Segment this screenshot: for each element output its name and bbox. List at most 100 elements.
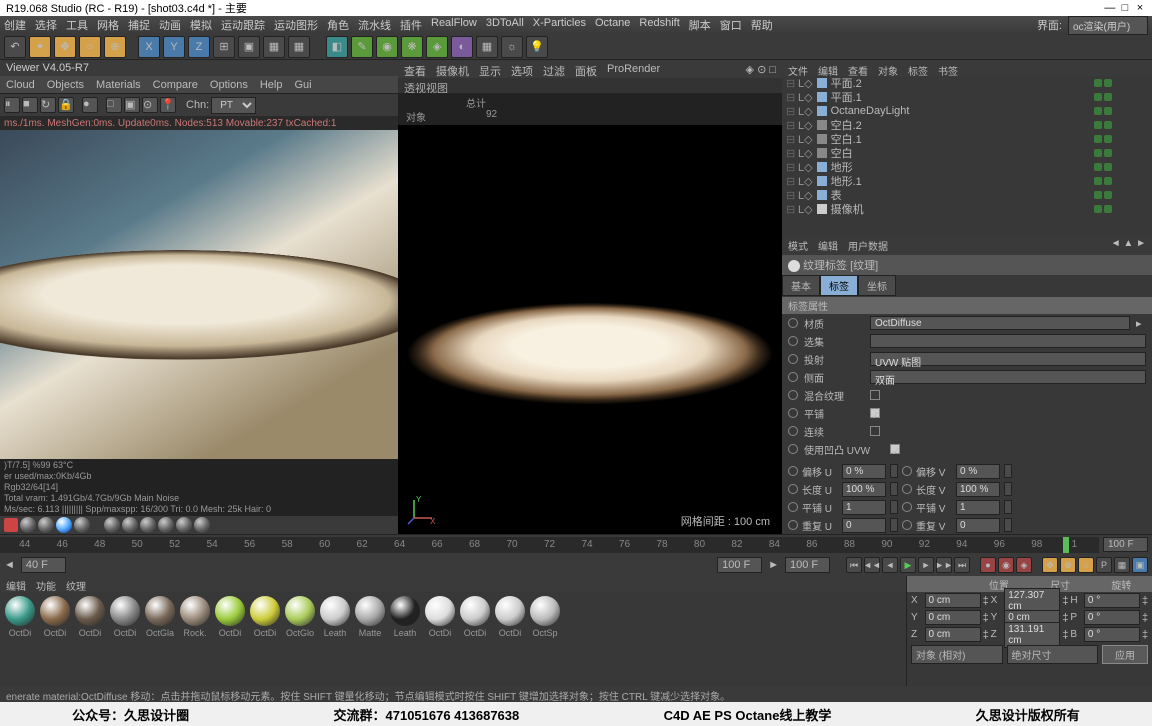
menu-Octane[interactable]: Octane xyxy=(595,17,630,33)
vp-icon1[interactable]: ◈ xyxy=(746,64,754,76)
environment-button[interactable]: ◐ xyxy=(451,36,473,58)
rot-key-button[interactable]: ○ xyxy=(1078,557,1094,573)
attr-menu-mode[interactable]: 模式 xyxy=(788,238,808,253)
timeline-ruler[interactable]: 4446485052545658606264666870727476788082… xyxy=(0,537,1099,553)
pla-key-button[interactable]: ▦ xyxy=(1114,557,1130,573)
lengthU-input[interactable]: 100 % xyxy=(842,482,886,497)
menu-窗口[interactable]: 窗口 xyxy=(720,17,742,33)
side-field[interactable]: 双面 xyxy=(870,370,1146,384)
tree-row[interactable]: ⊟L◇地形 xyxy=(782,160,1152,174)
undo-button[interactable]: ↶ xyxy=(4,36,26,58)
play-button[interactable]: ▶ xyxy=(900,557,916,573)
tree-row[interactable]: ⊟L◇平面.1 xyxy=(782,90,1152,104)
minimize-button[interactable]: — xyxy=(1104,2,1116,14)
obj-menu-item[interactable]: 编辑 xyxy=(818,63,838,73)
material-item[interactable]: Leath xyxy=(389,596,421,682)
prev-frame-button[interactable]: ◄ xyxy=(882,557,898,573)
tileV-input[interactable]: 1 xyxy=(956,500,1000,515)
shade-7[interactable] xyxy=(140,517,156,533)
vp-menu-item[interactable]: 摄像机 xyxy=(436,63,469,75)
pause-button[interactable]: ⏸ xyxy=(4,97,20,113)
vp-menu-item[interactable]: 过滤 xyxy=(543,63,565,75)
material-item[interactable]: OctDi xyxy=(4,596,36,682)
obj-menu-item[interactable]: 书签 xyxy=(938,63,958,73)
material-item[interactable]: OctSp xyxy=(529,596,561,682)
scale-key-button[interactable]: ⊕ xyxy=(1060,557,1076,573)
menu-模拟[interactable]: 模拟 xyxy=(190,17,212,33)
viewer-menu-materials[interactable]: Materials xyxy=(96,79,141,90)
spin[interactable] xyxy=(1004,464,1012,478)
channel-select[interactable]: PT xyxy=(211,97,256,114)
refresh-button[interactable]: ↻ xyxy=(40,97,56,113)
material-item[interactable]: Rock. xyxy=(179,596,211,682)
menu-动画[interactable]: 动画 xyxy=(159,17,181,33)
menu-RealFlow[interactable]: RealFlow xyxy=(431,17,477,33)
generator-button[interactable]: ❋ xyxy=(401,36,423,58)
move-button[interactable]: ✥ xyxy=(54,36,76,58)
material-item[interactable]: OctDi xyxy=(249,596,281,682)
pin-button[interactable]: 📍 xyxy=(160,97,176,113)
next-key-button[interactable]: ►► xyxy=(936,557,952,573)
end-arrow[interactable]: ► xyxy=(768,559,779,571)
autokey-button[interactable]: ◉ xyxy=(998,557,1014,573)
tileU-input[interactable]: 1 xyxy=(842,500,886,515)
menu-创建[interactable]: 创建 xyxy=(4,17,26,33)
menu-网格[interactable]: 网格 xyxy=(97,17,119,33)
attr-menu-edit[interactable]: 编辑 xyxy=(818,238,838,253)
prev-key-button[interactable]: ◄◄ xyxy=(864,557,880,573)
viewer-menu-gui[interactable]: Gui xyxy=(294,79,311,90)
menu-运动跟踪[interactable]: 运动跟踪 xyxy=(221,17,265,33)
viewport-3d[interactable]: Y X 网格间距 : 100 cm xyxy=(398,125,782,534)
obj-menu-item[interactable]: 标签 xyxy=(908,63,928,73)
keyframe-button[interactable]: ◈ xyxy=(1016,557,1032,573)
attr-nav-back[interactable]: ◄ xyxy=(1111,238,1121,249)
viewer-menu-help[interactable]: Help xyxy=(260,79,283,90)
x-axis-button[interactable]: X xyxy=(138,36,160,58)
menu-流水线[interactable]: 流水线 xyxy=(358,17,391,33)
mat-menu-tex[interactable]: 纹理 xyxy=(66,578,86,590)
selection-field[interactable] xyxy=(870,334,1146,348)
close-button[interactable]: × xyxy=(1134,2,1146,14)
shade-1[interactable] xyxy=(20,517,36,533)
viewer-menu-options[interactable]: Options xyxy=(210,79,248,90)
menu-Redshift[interactable]: Redshift xyxy=(639,17,679,33)
focus-button[interactable]: ⊙ xyxy=(142,97,158,113)
scale-button[interactable]: ⊕ xyxy=(104,36,126,58)
vp-menu-item[interactable]: 面板 xyxy=(575,63,597,75)
lengthV-input[interactable]: 100 % xyxy=(956,482,1000,497)
next-frame-button[interactable]: ► xyxy=(918,557,934,573)
tree-row[interactable]: ⊟L◇空白 xyxy=(782,146,1152,160)
menu-捕捉[interactable]: 捕捉 xyxy=(128,17,150,33)
start-arrow[interactable]: ◄ xyxy=(4,559,15,571)
attr-nav-up[interactable]: ▲ xyxy=(1123,238,1133,249)
menu-插件[interactable]: 插件 xyxy=(400,17,422,33)
vp-icon2[interactable]: ⊙ xyxy=(757,64,766,76)
menu-3DToAll[interactable]: 3DToAll xyxy=(486,17,524,33)
y-axis-button[interactable]: Y xyxy=(163,36,185,58)
playhead[interactable] xyxy=(1063,537,1069,553)
timeline[interactable]: 4446485052545658606264666870727476788082… xyxy=(0,534,1152,554)
mat-menu-func[interactable]: 功能 xyxy=(36,578,56,590)
camera-button[interactable]: ▦ xyxy=(476,36,498,58)
light-button[interactable]: ☼ xyxy=(501,36,523,58)
repU-input[interactable]: 0 xyxy=(842,518,886,533)
deformer-button[interactable]: ◈ xyxy=(426,36,448,58)
material-item[interactable]: OctDi xyxy=(214,596,246,682)
lock-button[interactable]: 🔒 xyxy=(58,97,74,113)
menu-选择[interactable]: 选择 xyxy=(35,17,57,33)
material-item[interactable]: OctGla xyxy=(144,596,176,682)
menu-帮助[interactable]: 帮助 xyxy=(751,17,773,33)
material-item[interactable]: OctGlo xyxy=(284,596,316,682)
material-item[interactable]: OctDi xyxy=(494,596,526,682)
shade-3[interactable] xyxy=(56,517,72,533)
tree-row[interactable]: ⊟L◇OctaneDayLight xyxy=(782,104,1152,118)
viewer-menu-objects[interactable]: Objects xyxy=(47,79,84,90)
viewer-menu-cloud[interactable]: Cloud xyxy=(6,79,35,90)
spline-button[interactable]: ✎ xyxy=(351,36,373,58)
tree-row[interactable]: ⊟L◇摄像机 xyxy=(782,202,1152,216)
rel-select[interactable]: 对象 (相对) xyxy=(911,645,1003,664)
menu-运动图形[interactable]: 运动图形 xyxy=(274,17,318,33)
tree-row[interactable]: ⊟L◇空白.2 xyxy=(782,118,1152,132)
vp-menu-item[interactable]: 查看 xyxy=(404,63,426,75)
bump-check[interactable]: ✓ xyxy=(890,444,900,454)
